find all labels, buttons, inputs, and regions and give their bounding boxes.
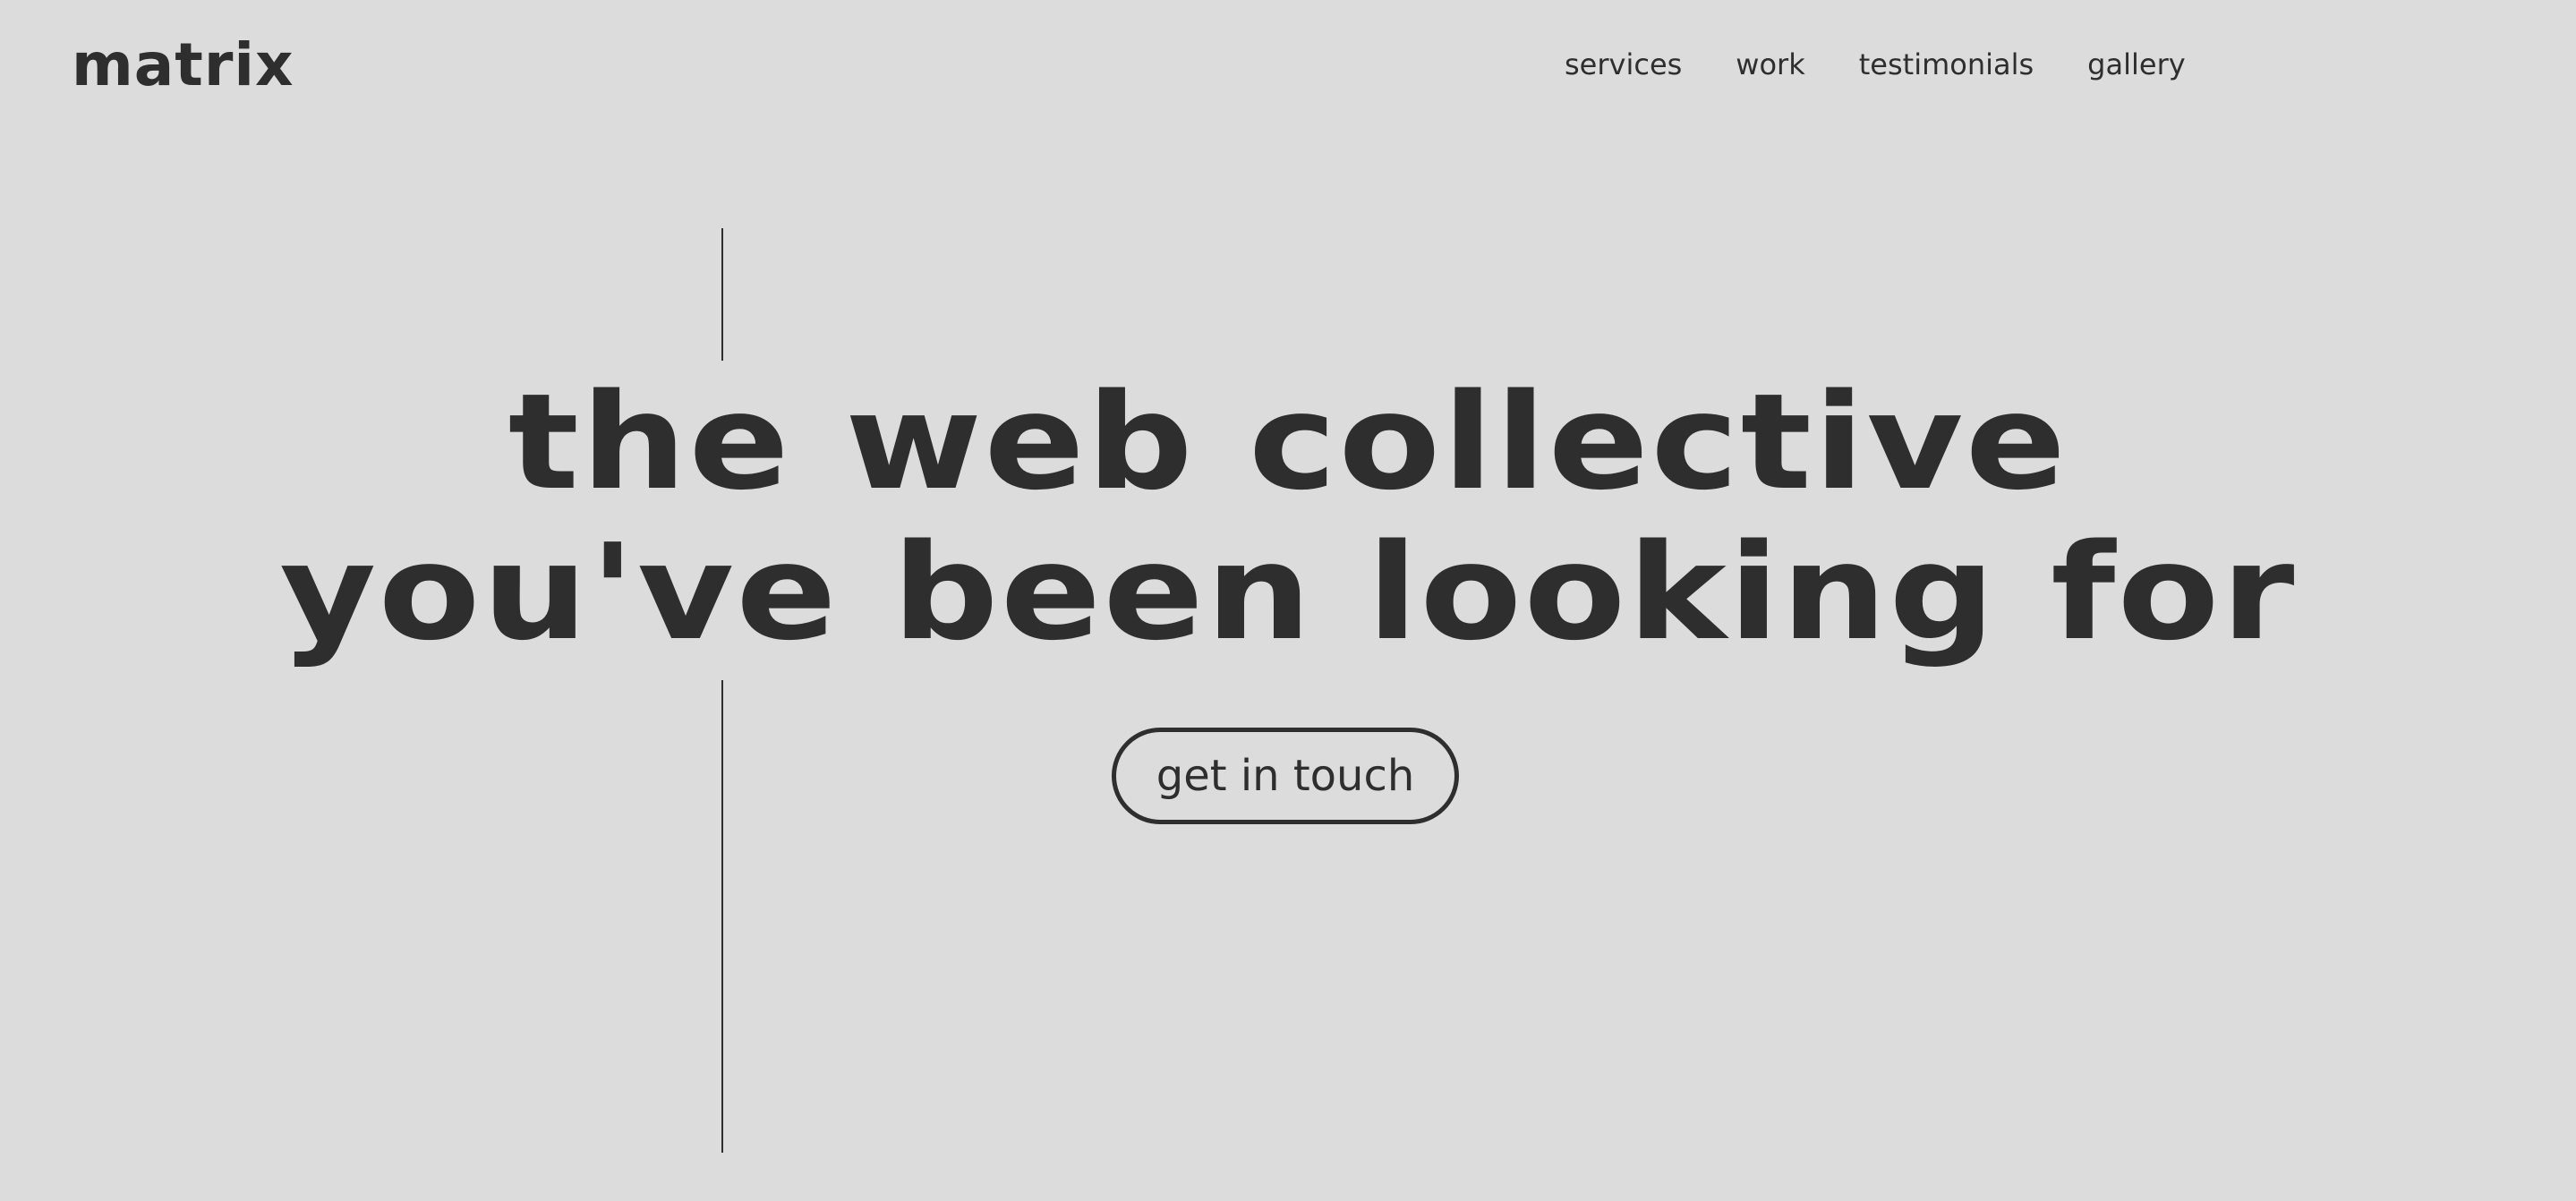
hero-headline-line-1: the web collective <box>508 365 2068 519</box>
nav-link-work[interactable]: work <box>1736 47 1804 84</box>
get-in-touch-button[interactable]: get in touch <box>1112 728 1459 824</box>
nav-link-services[interactable]: services <box>1565 47 1682 84</box>
hero-headline-line-2: you've been looking for <box>279 515 2297 669</box>
decorative-divider-top <box>721 228 723 361</box>
decorative-divider-bottom <box>721 680 723 1153</box>
site-logo[interactable]: matrix <box>72 36 294 95</box>
main-nav: services work testimonials gallery <box>1565 47 2186 84</box>
hero-headline: the web collective you've been looking f… <box>0 367 2576 668</box>
nav-link-gallery[interactable]: gallery <box>2087 47 2185 84</box>
nav-link-testimonials[interactable]: testimonials <box>1859 47 2034 84</box>
